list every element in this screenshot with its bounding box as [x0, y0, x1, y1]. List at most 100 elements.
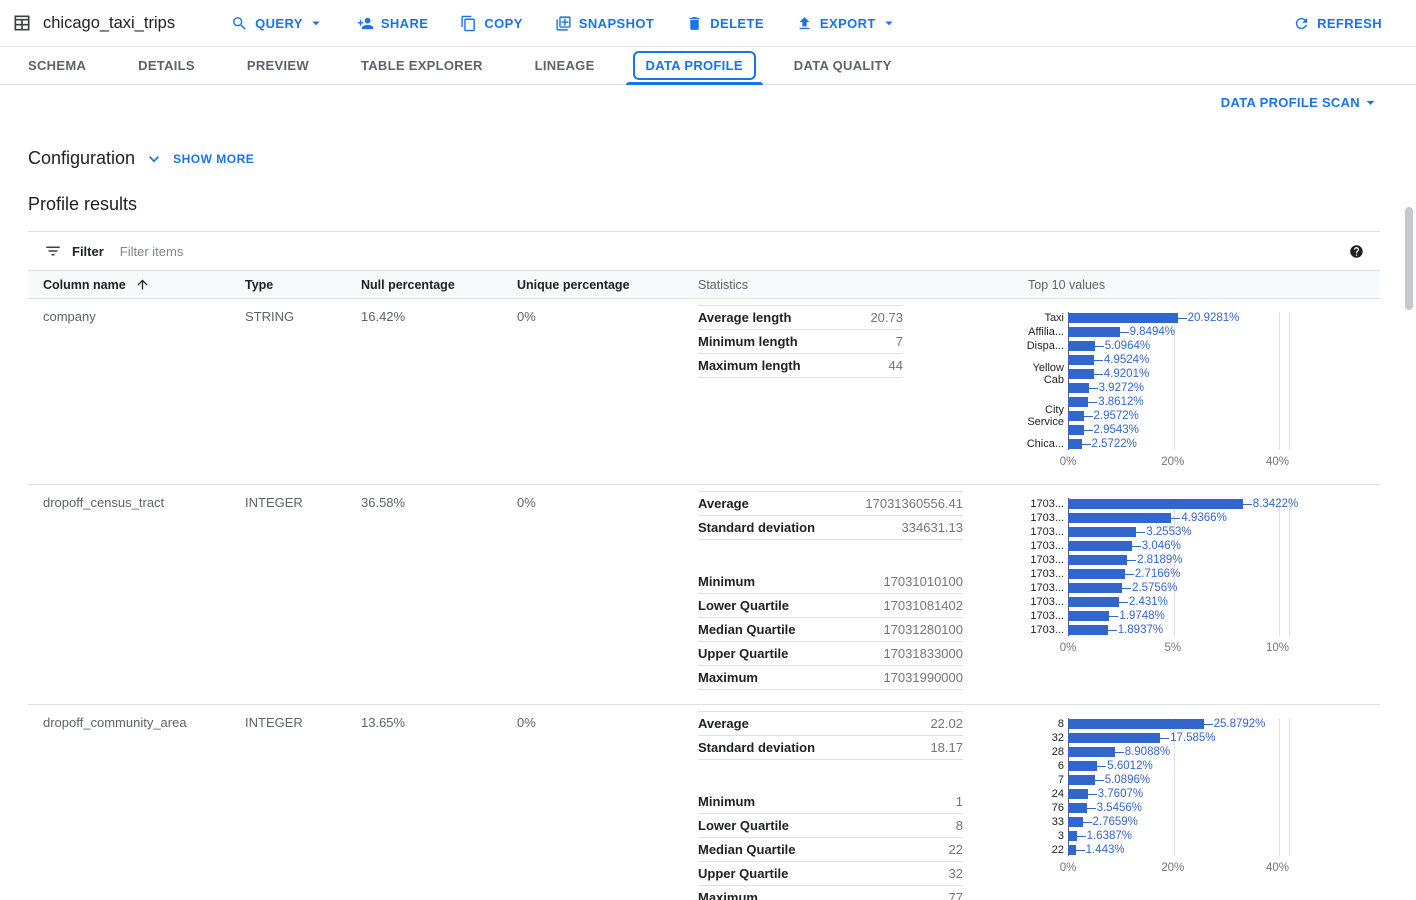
- chart-bar-row: 1703...2.7166%: [1028, 567, 1328, 581]
- chart-bar-row: Taxi20.9281%: [1028, 311, 1328, 325]
- tab-table-explorer-label: TABLE EXPLORER: [361, 58, 483, 73]
- bar: [1068, 569, 1125, 579]
- statistics-table: Average22.02Standard deviation18.17Minim…: [698, 711, 963, 900]
- toolbar-delete-button[interactable]: DELETE: [676, 9, 774, 38]
- refresh-button[interactable]: REFRESH: [1283, 9, 1392, 38]
- null-percentage-value: 36.58%: [361, 495, 405, 510]
- bar-value-connector: [1125, 574, 1134, 575]
- top-10-values-chart: 825.8792%3217.585%288.9088%65.6012%75.08…: [1028, 717, 1328, 875]
- table-grid-icon: [12, 13, 32, 33]
- bar: [1068, 527, 1136, 537]
- chevron-down-icon[interactable]: [144, 149, 164, 169]
- bar-track: 4.9201%: [1068, 367, 1149, 381]
- column-header-type[interactable]: Type: [245, 278, 361, 292]
- bar-value-connector: [1109, 616, 1118, 617]
- statistic-value: 77: [949, 890, 963, 900]
- category-label: 1703...: [1024, 624, 1064, 636]
- bar: [1068, 719, 1204, 729]
- statistic-label: Maximum: [698, 890, 758, 900]
- category-label-cell: 1703...: [1028, 595, 1068, 609]
- statistic-label: Maximum: [698, 670, 758, 685]
- chart-bar-row: 2.9543%: [1028, 423, 1328, 437]
- table-row-company: companySTRING16.42%0%Average length20.73…: [28, 299, 1380, 485]
- table-header-row: Column nameTypeNull percentageUnique per…: [28, 270, 1380, 299]
- person-add-icon: [357, 15, 374, 32]
- bar: [1068, 425, 1084, 435]
- chart-bar-row: 243.7607%: [1028, 787, 1328, 801]
- arrow-up-icon[interactable]: [135, 277, 150, 292]
- bar: [1068, 625, 1108, 635]
- statistic-value: 22: [949, 842, 963, 857]
- bar-track: 17.585%: [1068, 731, 1216, 745]
- x-tick-label: 20%: [1161, 862, 1184, 874]
- help-icon[interactable]: [1349, 244, 1364, 259]
- bar-value-label: 1.9748%: [1119, 610, 1164, 622]
- chart-bar-row: 1703...2.5756%: [1028, 581, 1328, 595]
- bar-value-connector: [1095, 780, 1104, 781]
- statistic-label: Upper Quartile: [698, 866, 788, 881]
- statistic-label: Average: [698, 716, 749, 731]
- bar-value-label: 2.5722%: [1092, 438, 1137, 450]
- bar: [1068, 355, 1094, 365]
- bar-value-label: 2.8189%: [1137, 554, 1182, 566]
- x-tick-label: 0%: [1060, 862, 1077, 874]
- bar: [1068, 555, 1127, 565]
- filter-input[interactable]: [120, 244, 1333, 259]
- toolbar-share-button[interactable]: SHARE: [347, 9, 439, 38]
- statistic-row: Upper Quartile32: [698, 862, 963, 886]
- column-header-label: Unique percentage: [517, 278, 630, 292]
- statistics-group: Average17031360556.41Standard deviation3…: [698, 492, 963, 540]
- export-icon: [796, 15, 813, 32]
- unique-percentage-value: 0%: [517, 715, 536, 730]
- category-label-cell: 1703...: [1028, 497, 1068, 511]
- toolbar-query-button[interactable]: QUERY: [221, 8, 335, 38]
- statistics-table: Average17031360556.41Standard deviation3…: [698, 491, 963, 690]
- category-label-cell: 6: [1028, 759, 1068, 773]
- data-profile-scan-menu[interactable]: DATA PROFILE SCAN: [1221, 93, 1380, 112]
- bar-track: 2.7659%: [1068, 815, 1138, 829]
- bar-value-label: 3.7607%: [1098, 788, 1143, 800]
- cell-statistics: Average length20.73Minimum length7Maximu…: [698, 299, 1028, 484]
- tab-data-quality[interactable]: DATA QUALITY: [768, 47, 918, 84]
- show-more-link[interactable]: SHOW MORE: [173, 152, 254, 166]
- toolbar-export-button[interactable]: EXPORT: [786, 8, 908, 38]
- statistics-group-gap: [698, 760, 963, 790]
- cell-type: INTEGER: [245, 705, 361, 900]
- category-label-cell: Chica...: [1028, 437, 1068, 451]
- cell-statistics: Average17031360556.41Standard deviation3…: [698, 485, 1028, 704]
- column-header-column-name[interactable]: Column name: [43, 277, 245, 292]
- bar-value-connector: [1097, 766, 1106, 767]
- chart-bar-row: 75.0896%: [1028, 773, 1328, 787]
- toolbar-snapshot-button[interactable]: SNAPSHOT: [545, 9, 664, 38]
- column-header-null-percentage[interactable]: Null percentage: [361, 278, 517, 292]
- bar-track: 25.8792%: [1068, 717, 1265, 731]
- bar-track: 3.9272%: [1068, 381, 1144, 395]
- bar-track: 1.443%: [1068, 843, 1125, 857]
- chart-bar-row: 4.9524%: [1028, 353, 1328, 367]
- category-label: 1703...: [1024, 498, 1064, 510]
- column-header-unique-percentage[interactable]: Unique percentage: [517, 278, 698, 292]
- category-label-cell: 3: [1028, 829, 1068, 843]
- tab-lineage-label: LINEAGE: [535, 58, 595, 73]
- tab-details[interactable]: DETAILS: [112, 47, 221, 84]
- statistic-row: Maximum length44: [698, 354, 903, 378]
- category-label-cell: 32: [1028, 731, 1068, 745]
- tab-preview[interactable]: PREVIEW: [221, 47, 335, 84]
- tab-schema[interactable]: SCHEMA: [2, 47, 112, 84]
- tab-lineage[interactable]: LINEAGE: [509, 47, 621, 84]
- bar-value-connector: [1084, 416, 1093, 417]
- vertical-scrollbar-thumb[interactable]: [1405, 207, 1413, 310]
- bar-value-label: 2.7659%: [1093, 816, 1138, 828]
- chart-x-axis: 0%5%10%: [1068, 637, 1288, 655]
- bar: [1068, 383, 1089, 393]
- toolbar-share-label: SHARE: [381, 16, 429, 31]
- tab-table-explorer[interactable]: TABLE EXPLORER: [335, 47, 509, 84]
- tab-data-profile[interactable]: DATA PROFILE: [621, 47, 768, 84]
- top-10-values-chart: 1703...8.3422%1703...4.9366%1703...3.255…: [1028, 497, 1328, 655]
- chart-x-axis: 0%20%40%: [1068, 857, 1288, 875]
- chart-bar-row: Affilia...9.8494%: [1028, 325, 1328, 339]
- toolbar-copy-button[interactable]: COPY: [450, 9, 532, 38]
- statistic-row: Minimum17031010100: [698, 570, 963, 594]
- bar-track: 2.5756%: [1068, 581, 1177, 595]
- bar-track: 3.8612%: [1068, 395, 1144, 409]
